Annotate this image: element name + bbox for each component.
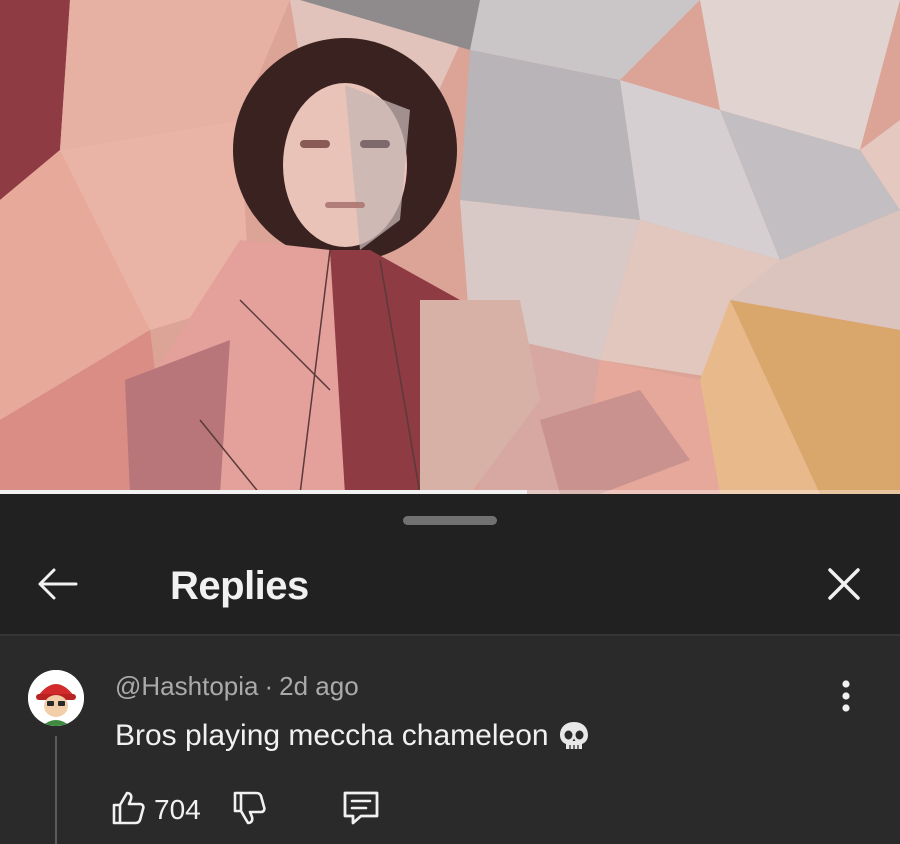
avatar[interactable] <box>28 670 84 726</box>
back-button[interactable] <box>30 562 86 610</box>
comment-body: Bros playing meccha chameleon <box>115 719 549 752</box>
comment-icon <box>339 788 383 833</box>
replies-header: Replies <box>0 538 900 634</box>
comment-text: Bros playing meccha chameleon <box>115 716 591 756</box>
replies-sheet: Replies @Hashtopia · 2d ago Bros playing… <box>0 494 900 844</box>
like-count: 704 <box>154 794 201 825</box>
page-title: Replies <box>170 564 309 608</box>
comment-age: 2d ago <box>279 671 359 701</box>
arrow-left-icon <box>36 566 80 607</box>
video-frame <box>0 0 900 494</box>
meta-separator: · <box>264 671 274 701</box>
more-options-button[interactable] <box>826 674 866 722</box>
drag-handle[interactable] <box>403 516 497 525</box>
thumbs-up-icon <box>108 788 148 833</box>
comment-author[interactable]: @Hashtopia <box>115 671 258 701</box>
like-button[interactable]: 704 <box>108 784 201 836</box>
comment: @Hashtopia · 2d ago Bros playing meccha ch… <box>0 636 900 844</box>
comment-actions: 704 <box>108 784 383 836</box>
reply-button[interactable] <box>339 784 383 836</box>
more-vert-icon <box>841 679 851 718</box>
thread-line <box>55 736 57 844</box>
dislike-button[interactable] <box>229 784 269 836</box>
close-button[interactable] <box>816 562 872 610</box>
video-player[interactable] <box>0 0 900 494</box>
skull-emoji-icon <box>557 719 591 753</box>
thumbs-down-icon <box>229 788 269 833</box>
close-icon <box>826 566 862 607</box>
comment-meta: @Hashtopia · 2d ago <box>115 670 359 702</box>
